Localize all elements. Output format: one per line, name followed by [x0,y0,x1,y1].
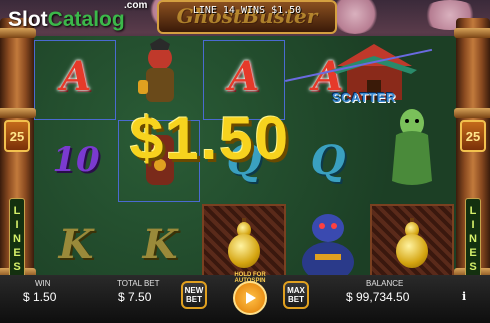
gourd-icon [226,218,262,270]
spin-button[interactable] [233,281,267,315]
play-icon [246,292,256,304]
lines-label-right: LINES [465,198,481,280]
blossom-decoration [330,0,380,34]
ghost-character-icon [138,38,174,102]
scatter-temple-icon [331,44,417,100]
game-screen: A A A 10 Q Q K K SCATTER $1.50 25 25 L I… [0,0,490,323]
balance-value: $ 99,734.50 [346,290,410,304]
lines-count-right: 25 [460,120,486,152]
total-bet-label: TOTAL BET [117,279,160,288]
new-bet-button[interactable]: NEW BET [181,281,207,309]
blue-demon-symbol [286,204,370,284]
total-bet-value: $ 7.50 [118,290,152,304]
reel-symbol-q: Q [310,136,346,184]
winning-cell-highlight [34,40,116,120]
lines-count-left: 25 [4,120,30,152]
reel-symbol-10: 10 [52,140,100,180]
watermark-logo: SlotCatalog .com [8,0,148,31]
reel-symbol-k: K [58,220,94,268]
big-win-amount: $1.50 [130,105,291,172]
win-label: WIN [35,279,51,288]
gourd-symbol [370,204,454,284]
gourd-icon [394,218,430,270]
win-value: $ 1.50 [23,290,57,304]
balance-label: BALANCE [366,279,404,288]
lines-label-left: LINES [9,198,25,280]
line-win-info: LINE 14 WINS $1.50 [192,5,302,16]
reel-symbol-k: K [142,220,178,268]
blue-demon-icon [302,214,354,282]
info-icon[interactable]: i [462,290,466,303]
max-bet-button[interactable]: MAX BET [283,281,309,309]
scatter-label: SCATTER [332,90,396,105]
